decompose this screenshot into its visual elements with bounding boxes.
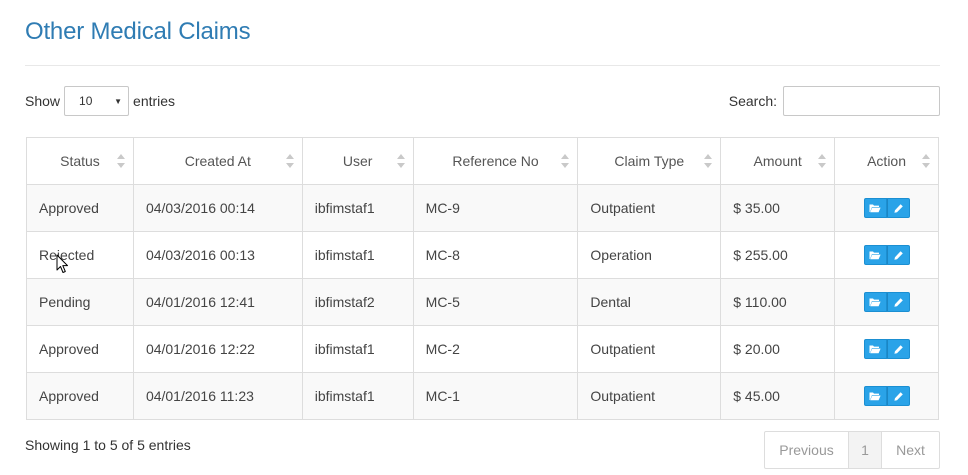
view-button[interactable] — [863, 245, 887, 265]
edit-button[interactable] — [886, 245, 910, 265]
pencil-icon — [893, 297, 904, 308]
user-cell: ibfimstaf1 — [301, 325, 414, 373]
reference-no-cell: MC-9 — [412, 184, 579, 232]
reference-no-cell: MC-8 — [412, 231, 579, 279]
table-info: Showing 1 to 5 of 5 entries — [25, 437, 191, 453]
status-cell: Pending — [26, 278, 134, 326]
show-label: Show — [25, 93, 61, 109]
action-cell — [834, 325, 939, 373]
pencil-icon — [893, 250, 904, 261]
created-at-cell: 04/01/2016 11:23 — [132, 372, 303, 420]
chevron-down-icon: ▼ — [114, 96, 123, 106]
pagination: Previous 1 Next — [764, 431, 940, 469]
table-header-row: Status Created At User Reference No Clai… — [26, 137, 939, 185]
view-button[interactable] — [863, 198, 887, 218]
user-cell: ibfimstaf1 — [301, 372, 414, 420]
edit-button[interactable] — [886, 198, 910, 218]
row-action-buttons — [863, 386, 910, 406]
row-action-buttons — [863, 245, 910, 265]
folder-open-icon — [869, 297, 881, 307]
column-header-amount[interactable]: Amount — [720, 137, 836, 185]
entries-per-page-select[interactable]: 10 ▼ — [64, 86, 130, 116]
folder-open-icon — [869, 344, 881, 354]
status-cell: Rejected — [26, 231, 134, 279]
reference-no-cell: MC-5 — [412, 278, 579, 326]
edit-button[interactable] — [886, 339, 910, 359]
search-control: Search: — [729, 86, 940, 116]
claims-table-body: Approved 04/03/2016 00:14 ibfimstaf1 MC-9 Ou… — [26, 184, 939, 420]
entries-label: entries — [133, 93, 176, 109]
column-header-created-at[interactable]: Created At — [132, 137, 303, 185]
column-header-reference-no[interactable]: Reference No — [412, 137, 579, 185]
row-action-buttons — [863, 339, 910, 359]
table-row[interactable]: Approved 04/03/2016 00:14 ibfimstaf1 MC-9 Ou… — [26, 184, 939, 232]
created-at-cell: 04/01/2016 12:22 — [132, 325, 303, 373]
entries-length-control: Show 10 ▼ entries — [25, 86, 175, 116]
search-label: Search: — [728, 93, 777, 109]
amount-cell: $ 20.00 — [720, 325, 836, 373]
user-cell: ibfimstaf1 — [301, 184, 414, 232]
edit-button[interactable] — [886, 386, 910, 406]
sort-icon — [561, 154, 570, 168]
status-cell: Approved — [26, 325, 134, 373]
title-divider — [25, 65, 940, 66]
amount-cell: $ 255.00 — [720, 231, 836, 279]
column-header-claim-type[interactable]: Claim Type — [577, 137, 722, 185]
action-cell — [834, 184, 939, 232]
user-cell: ibfimstaf2 — [301, 278, 414, 326]
amount-cell: $ 45.00 — [720, 372, 836, 420]
status-cell: Approved — [26, 372, 134, 420]
column-header-action[interactable]: Action — [834, 137, 939, 185]
table-row[interactable]: Rejected 04/03/2016 00:13 ibfimstaf1 MC-8 Op… — [26, 231, 939, 279]
view-button[interactable] — [863, 292, 887, 312]
view-button[interactable] — [863, 339, 887, 359]
edit-button[interactable] — [886, 292, 910, 312]
claim-type-cell: Outpatient — [577, 372, 722, 420]
next-page-button[interactable]: Next — [881, 431, 940, 469]
action-cell — [834, 278, 939, 326]
sort-icon — [285, 154, 294, 168]
reference-no-cell: MC-2 — [412, 325, 579, 373]
column-header-status[interactable]: Status — [26, 137, 134, 185]
table-row[interactable]: Approved 04/01/2016 11:23 ibfimstaf1 MC-1 Ou… — [26, 372, 939, 420]
user-cell: ibfimstaf1 — [301, 231, 414, 279]
claim-type-cell: Dental — [577, 278, 722, 326]
folder-open-icon — [869, 250, 881, 260]
claim-type-cell: Outpatient — [577, 184, 722, 232]
sort-icon — [396, 154, 405, 168]
pencil-icon — [893, 391, 904, 402]
action-cell — [834, 372, 939, 420]
page-title: Other Medical Claims — [25, 18, 251, 45]
sort-icon — [818, 154, 827, 168]
created-at-cell: 04/01/2016 12:41 — [132, 278, 303, 326]
previous-page-button[interactable]: Previous — [764, 431, 849, 469]
claim-type-cell: Operation — [577, 231, 722, 279]
pencil-icon — [893, 203, 904, 214]
sort-icon — [922, 154, 930, 168]
mouse-cursor-icon — [56, 254, 68, 273]
entries-per-page-value: 10 — [79, 94, 93, 108]
created-at-cell: 04/03/2016 00:14 — [132, 184, 303, 232]
folder-open-icon — [869, 203, 881, 213]
reference-no-cell: MC-1 — [412, 372, 579, 420]
row-action-buttons — [863, 198, 910, 218]
table-row[interactable]: Pending 04/01/2016 12:41 ibfimstaf2 MC-5 Den… — [26, 278, 939, 326]
sort-icon — [116, 154, 125, 168]
amount-cell: $ 110.00 — [720, 278, 836, 326]
view-button[interactable] — [863, 386, 887, 406]
column-header-user[interactable]: User — [301, 137, 414, 185]
search-input[interactable] — [783, 86, 940, 116]
created-at-cell: 04/03/2016 00:13 — [132, 231, 303, 279]
page-1-button[interactable]: 1 — [848, 431, 882, 469]
row-action-buttons — [863, 292, 910, 312]
status-cell: Approved — [26, 184, 134, 232]
sort-icon — [704, 154, 713, 168]
action-cell — [834, 231, 939, 279]
amount-cell: $ 35.00 — [720, 184, 836, 232]
claims-table: Status Created At User Reference No Clai… — [26, 137, 939, 420]
claim-type-cell: Outpatient — [577, 325, 722, 373]
table-row[interactable]: Approved 04/01/2016 12:22 ibfimstaf1 MC-2 Ou… — [26, 325, 939, 373]
pencil-icon — [893, 344, 904, 355]
folder-open-icon — [869, 391, 881, 401]
